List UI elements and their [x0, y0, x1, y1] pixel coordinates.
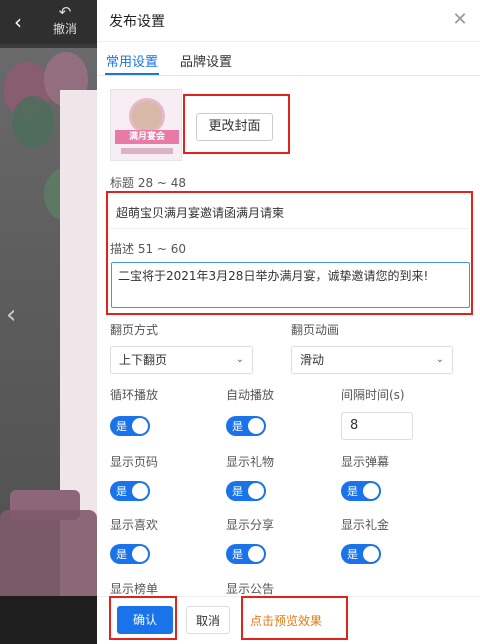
toggle-knob [132, 418, 148, 434]
cover-thumbnail[interactable]: 满月宴会 [110, 89, 182, 161]
confirm-button[interactable]: 确认 [117, 606, 173, 634]
undo-icon: ↶ [58, 3, 72, 21]
auto-play-label: 自动播放 [226, 388, 275, 402]
description-textarea[interactable]: 二宝将于2021年3月28日举办满月宴，诚挚邀请您的到来! [111, 262, 470, 308]
show-like-label: 显示喜欢 [110, 518, 159, 532]
panel-header: 发布设置 ✕ [97, 0, 480, 42]
cake-decoration [0, 510, 97, 610]
editor-background: ‹ ‹ ↶ 撤消 [0, 0, 97, 644]
change-cover-button[interactable]: 更改封面 [196, 113, 273, 141]
page-turn-animation-value: 滑动 [300, 353, 325, 367]
toggle-state: 是 [347, 548, 358, 561]
toggle-knob [132, 546, 148, 562]
toggle-knob [363, 483, 379, 499]
show-gift-money-toggle[interactable]: 是 [341, 544, 381, 564]
back-icon[interactable]: ‹ [6, 10, 30, 34]
loop-play-toggle[interactable]: 是 [110, 416, 150, 436]
page-turn-mode-select[interactable]: 上下翻页 ⌄ [110, 346, 253, 374]
show-notice-label: 显示公告 [226, 582, 275, 596]
cover-banner: 满月宴会 [115, 130, 179, 144]
undo-button[interactable]: ↶ 撤消 [48, 4, 82, 37]
baby-photo [129, 98, 165, 134]
show-share-toggle[interactable]: 是 [226, 544, 266, 564]
page-turn-mode-label: 翻页方式 [110, 323, 159, 337]
page-turn-animation-label: 翻页动画 [291, 323, 340, 337]
chevron-down-icon: ⌄ [435, 354, 444, 365]
toggle-knob [248, 483, 264, 499]
title-label: 标题 28 ~ 48 [110, 176, 187, 190]
balloon-decoration [12, 96, 54, 148]
toggle-knob [248, 418, 264, 434]
toggle-state: 是 [116, 548, 127, 561]
cover-subtitle [121, 148, 173, 154]
toggle-state: 是 [232, 485, 243, 498]
chevron-down-icon: ⌄ [235, 354, 244, 365]
toggle-state: 是 [116, 420, 127, 433]
toggle-state: 是 [232, 548, 243, 561]
tab-bar: 常用设置 品牌设置 [97, 42, 480, 76]
page-turn-animation-select[interactable]: 滑动 ⌄ [291, 346, 453, 374]
auto-play-toggle[interactable]: 是 [226, 416, 266, 436]
undo-label: 撤消 [52, 22, 77, 36]
loop-play-label: 循环播放 [110, 388, 159, 402]
description-label: 描述 51 ~ 60 [110, 242, 187, 256]
close-icon[interactable]: ✕ [450, 10, 470, 30]
show-gift-label: 显示礼物 [226, 455, 275, 469]
title-input[interactable]: 超萌宝贝满月宴邀请函满月请柬 [110, 197, 469, 229]
panel-title: 发布设置 [109, 14, 165, 30]
interval-input[interactable]: 8 [341, 412, 413, 440]
show-gift-money-label: 显示礼金 [341, 518, 390, 532]
toggle-state: 是 [232, 420, 243, 433]
cancel-button[interactable]: 取消 [186, 606, 230, 634]
show-ranking-label: 显示榜单 [110, 582, 159, 596]
tab-brand-settings[interactable]: 品牌设置 [180, 51, 232, 70]
toggle-knob [132, 483, 148, 499]
toggle-knob [248, 546, 264, 562]
editor-bottom-bar [0, 596, 97, 644]
toggle-knob [363, 546, 379, 562]
show-danmaku-label: 显示弹幕 [341, 455, 390, 469]
show-share-label: 显示分享 [226, 518, 275, 532]
show-like-toggle[interactable]: 是 [110, 544, 150, 564]
page-turn-mode-value: 上下翻页 [119, 353, 168, 367]
show-gift-toggle[interactable]: 是 [226, 481, 266, 501]
show-page-number-label: 显示页码 [110, 455, 159, 469]
show-danmaku-toggle[interactable]: 是 [341, 481, 381, 501]
show-page-number-toggle[interactable]: 是 [110, 481, 150, 501]
active-tab-indicator [105, 73, 159, 75]
interval-label: 间隔时间(s) [341, 388, 405, 402]
prev-page-icon[interactable]: ‹ [6, 300, 16, 330]
preview-link[interactable]: 点击预览效果 [250, 612, 322, 629]
toggle-state: 是 [347, 485, 358, 498]
toggle-state: 是 [116, 485, 127, 498]
tab-common-settings[interactable]: 常用设置 [106, 51, 158, 70]
